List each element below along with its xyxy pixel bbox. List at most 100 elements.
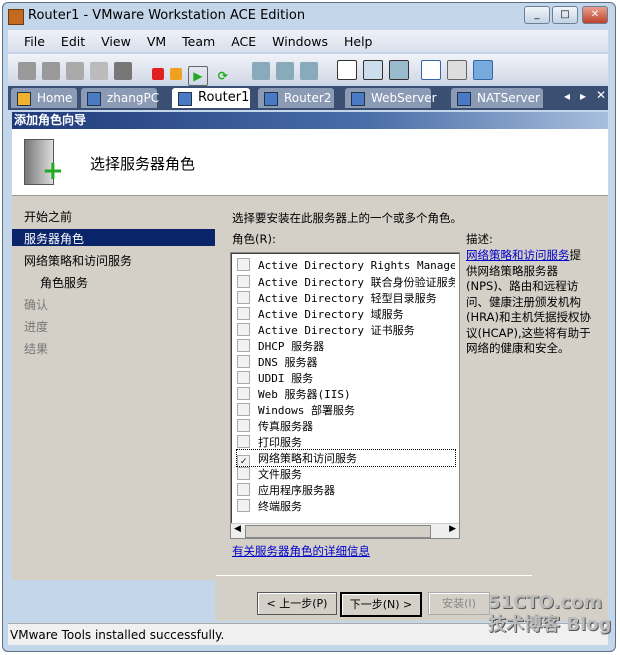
role-checkbox[interactable]: [237, 355, 250, 368]
device-icon[interactable]: [66, 62, 84, 80]
wizard-banner: + 选择服务器角色: [12, 129, 608, 196]
tab-scroll-left[interactable]: ◂: [564, 89, 570, 103]
page-title: 选择服务器角色: [90, 155, 196, 173]
tab-close[interactable]: ✕: [596, 88, 606, 102]
role-checkbox[interactable]: [237, 307, 250, 320]
nav-before-begin[interactable]: 开始之前: [24, 208, 72, 225]
role-label: DNS 服务器: [258, 356, 318, 369]
quick-switch-icon[interactable]: [389, 60, 410, 80]
nav-server-roles[interactable]: 服务器角色: [24, 230, 84, 247]
close-button[interactable]: ✕: [582, 6, 608, 24]
tab-webserver[interactable]: WebServer: [345, 88, 437, 108]
role-checkbox[interactable]: [237, 499, 250, 512]
role-item[interactable]: Active Directory 轻型目录服务: [237, 290, 455, 306]
role-item[interactable]: Active Directory Rights Management: [237, 258, 455, 274]
role-label: 打印服务: [258, 436, 302, 449]
menu-vm[interactable]: VM: [139, 30, 174, 49]
role-item[interactable]: ✓ 网络策略和访问服务: [236, 449, 456, 467]
tab-home[interactable]: Home: [11, 88, 77, 108]
reset-icon[interactable]: ⟳: [214, 67, 232, 85]
role-item[interactable]: Active Directory 域服务: [237, 306, 455, 322]
role-label: 传真服务器: [258, 420, 313, 433]
role-label: 网络策略和访问服务: [258, 452, 357, 465]
role-item[interactable]: Active Directory 证书服务: [237, 322, 455, 338]
snapshot-icon[interactable]: [18, 62, 36, 80]
menu-windows[interactable]: Windows: [264, 30, 336, 49]
role-label: Active Directory 域服务: [258, 308, 404, 321]
role-item[interactable]: 传真服务器: [237, 418, 455, 434]
menu-bar: File Edit View VM Team ACE Windows Help: [8, 30, 608, 52]
role-item[interactable]: Windows 部署服务: [237, 402, 455, 418]
scroll-right-arrow-icon[interactable]: ▶: [449, 524, 456, 534]
horizontal-scrollbar[interactable]: ◀ ▶: [231, 523, 459, 538]
send-keys-icon[interactable]: [114, 62, 132, 80]
snapshot-manager-icon[interactable]: [299, 62, 318, 80]
role-item[interactable]: DHCP 服务器: [237, 338, 455, 354]
tools-icon[interactable]: [421, 60, 442, 80]
menu-view[interactable]: View: [93, 30, 139, 49]
revert-snapshot-icon[interactable]: [275, 62, 294, 80]
unity-icon[interactable]: [473, 60, 494, 80]
role-checkbox[interactable]: [237, 323, 250, 336]
role-checkbox[interactable]: [237, 435, 250, 448]
role-item[interactable]: 打印服务: [237, 434, 455, 450]
role-checkbox[interactable]: [237, 403, 250, 416]
role-checkbox[interactable]: [237, 467, 250, 480]
pause-icon[interactable]: [169, 68, 182, 80]
tab-strip: Home zhangPC Router1 Router2 WebServer N…: [8, 86, 608, 110]
menu-help[interactable]: Help: [336, 30, 381, 49]
app-icon: [8, 9, 24, 25]
description-link[interactable]: 网络策略和访问服务: [466, 248, 570, 262]
role-item[interactable]: DNS 服务器: [237, 354, 455, 370]
role-label: DHCP 服务器: [258, 340, 325, 353]
minimize-button[interactable]: _: [524, 6, 550, 24]
tab-natserver[interactable]: NATServer: [451, 88, 543, 108]
tab-router2[interactable]: Router2: [258, 88, 334, 108]
menu-file[interactable]: File: [16, 30, 53, 49]
role-checkbox[interactable]: [237, 291, 250, 304]
next-button[interactable]: 下一步(N) >: [340, 592, 422, 617]
menu-ace[interactable]: ACE: [223, 30, 264, 49]
role-label: Active Directory 联合身份验证服务: [258, 276, 455, 289]
role-item[interactable]: Web 服务器(IIS): [237, 386, 455, 402]
stop-icon[interactable]: [151, 68, 164, 80]
role-item[interactable]: Active Directory 联合身份验证服务: [237, 274, 455, 290]
role-item[interactable]: 文件服务: [237, 466, 455, 482]
role-checkbox[interactable]: [237, 339, 250, 352]
console-icon[interactable]: [447, 60, 468, 80]
role-checkbox[interactable]: [237, 483, 250, 496]
role-label: UDDI 服务: [258, 372, 314, 385]
role-checkbox[interactable]: [237, 258, 250, 271]
maximize-button[interactable]: □: [552, 6, 578, 24]
role-item[interactable]: 终端服务: [237, 498, 455, 514]
add-icon: +: [42, 156, 64, 186]
more-info-link[interactable]: 有关服务器角色的详细信息: [232, 543, 370, 559]
take-snapshot-icon[interactable]: [251, 62, 270, 80]
watermark: 51CTO.com 技术博客 Blog: [488, 592, 612, 635]
scrollbar-thumb[interactable]: [245, 525, 431, 538]
menu-edit[interactable]: Edit: [53, 30, 93, 49]
snapshot2-icon[interactable]: [42, 62, 60, 80]
play-icon[interactable]: ▶: [187, 66, 208, 86]
tab-router1[interactable]: Router1: [172, 88, 250, 108]
nav-role-services[interactable]: 角色服务: [40, 274, 88, 291]
fullscreen-icon[interactable]: [363, 60, 384, 80]
role-item[interactable]: UDDI 服务: [237, 370, 455, 386]
role-checkbox[interactable]: [237, 275, 250, 288]
role-checkbox[interactable]: [237, 419, 250, 432]
menu-team[interactable]: Team: [174, 30, 223, 49]
role-label: Active Directory 轻型目录服务: [258, 292, 437, 305]
usb-icon[interactable]: [90, 62, 108, 80]
sidebar-icon[interactable]: [337, 60, 358, 80]
scroll-left-arrow-icon[interactable]: ◀: [234, 524, 241, 534]
tab-zhangpc[interactable]: zhangPC: [81, 88, 159, 108]
role-checkbox[interactable]: [237, 371, 250, 384]
nav-npas[interactable]: 网络策略和访问服务: [24, 252, 132, 269]
role-label: 终端服务: [258, 500, 302, 513]
role-checkbox[interactable]: ✓: [237, 455, 250, 466]
role-checkbox[interactable]: [237, 387, 250, 400]
role-item[interactable]: 应用程序服务器: [237, 482, 455, 498]
prev-button[interactable]: < 上一步(P): [257, 592, 337, 615]
roles-list[interactable]: ◀▶ Active Directory Rights ManagementAct…: [230, 252, 460, 539]
tab-scroll-right[interactable]: ▸: [580, 89, 586, 103]
